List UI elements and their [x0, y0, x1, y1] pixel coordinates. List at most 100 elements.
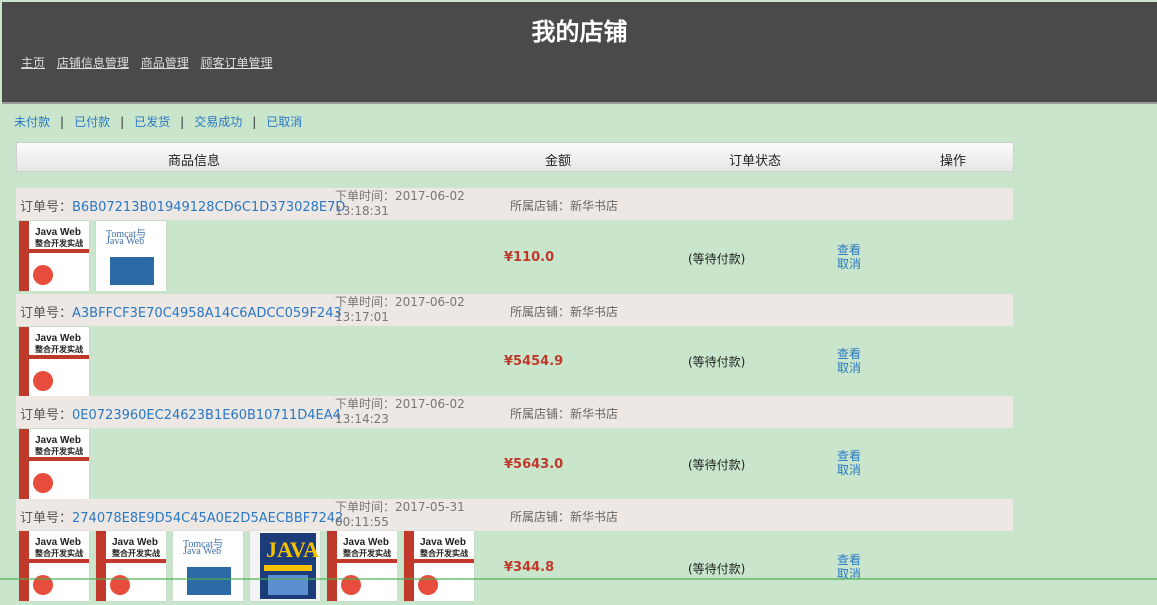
tab-separator: | — [180, 115, 185, 129]
book-thumbnail[interactable]: Java Web 整合开发实战 — [19, 221, 89, 291]
order-body: Java Web 整合开发实战 ¥5643.0 (等待付款) 查看 取消 — [16, 429, 1016, 503]
order-number-label: 订单号： — [20, 511, 73, 526]
book-stripe — [29, 457, 89, 461]
order-shop-label: 所属店铺： — [510, 407, 571, 421]
order-number: 订单号：A3BFFCF3E70C4958A14C6ADCC059F243 — [20, 302, 342, 321]
order-clock: 13:14:23 — [335, 412, 389, 426]
order-body: Java Web 整合开发实战 Java Web 整合开发实战 Tomcat与 Jav… — [16, 531, 1016, 605]
cancel-order-link[interactable]: 取消 — [837, 257, 861, 271]
nav-orders-link[interactable]: 顾客订单管理 — [201, 56, 273, 70]
order-shop-name: 新华书店 — [570, 407, 619, 421]
order-number-label: 订单号： — [20, 200, 73, 215]
book-stripe — [337, 559, 397, 563]
tab-separator: | — [252, 115, 257, 129]
cancel-order-link[interactable]: 取消 — [837, 463, 861, 477]
order-header: 订单号：B6B07213B01949128CD6C1D373028E7D 下单时… — [16, 188, 1013, 220]
col-amount: 金额 — [545, 154, 572, 169]
book-subtitle: 整合开发实战 — [343, 549, 391, 558]
book-thumbnail[interactable]: Tomcat与 Java Web — [96, 221, 166, 291]
book-stripe — [264, 565, 312, 571]
book-spine — [19, 429, 29, 499]
order-header: 订单号：274078E8E9D54C45A0E2D5AECBBF7242 下单时… — [16, 499, 1013, 531]
order-id[interactable]: 274078E8E9D54C45A0E2D5AECBBF7242 — [72, 511, 343, 526]
book-thumbnail[interactable]: Java Web 整合开发实战 — [19, 531, 89, 601]
order-number: 订单号：B6B07213B01949128CD6C1D373028E7D — [20, 196, 345, 215]
order-id[interactable]: B6B07213B01949128CD6C1D373028E7D — [72, 200, 345, 215]
book-subtitle: 整合开发实战 — [35, 345, 83, 354]
order-number-label: 订单号： — [20, 408, 73, 423]
order-time-label: 下单时间： — [335, 189, 396, 203]
book-subtitle: Java Web — [183, 546, 222, 557]
header: 我的店铺 主页 店铺信息管理 商品管理 顾客订单管理 — [2, 2, 1157, 104]
book-thumbnail[interactable]: JAVA — [250, 531, 320, 601]
tab-separator: | — [60, 115, 65, 129]
book-title: Java Web — [35, 537, 81, 548]
order-shop-name: 新华书店 — [570, 510, 619, 524]
book-stripe — [414, 559, 474, 563]
order-actions: 查看 取消 — [837, 243, 861, 271]
book-stripe — [106, 559, 166, 563]
order-status: (等待付款) — [688, 252, 746, 266]
order-shop-label: 所属店铺： — [510, 510, 571, 524]
order-id[interactable]: A3BFFCF3E70C4958A14C6ADCC059F243 — [72, 306, 342, 321]
order-date: 2017-06-02 — [395, 189, 465, 203]
order-number-label: 订单号： — [20, 306, 73, 321]
book-subtitle: 整合开发实战 — [420, 549, 468, 558]
book-spine — [404, 531, 414, 601]
order-shop-name: 新华书店 — [570, 199, 619, 213]
orders-table-header: 商品信息 金额 订单状态 操作 — [16, 142, 1014, 172]
book-thumbnail[interactable]: Java Web 整合开发实战 — [327, 531, 397, 601]
order-date: 2017-05-31 — [395, 500, 465, 514]
order-date: 2017-06-02 — [395, 295, 465, 309]
book-stripe — [29, 249, 89, 253]
order-shop: 所属店铺：新华书店 — [510, 197, 618, 214]
order-clock: 13:18:31 — [335, 204, 389, 218]
tab-unpaid[interactable]: 未付款 — [14, 115, 50, 129]
book-title: JAVA — [266, 537, 319, 562]
book-thumbnail[interactable]: Java Web 整合开发实战 — [96, 531, 166, 601]
order-status: (等待付款) — [688, 562, 746, 576]
tab-separator: | — [120, 115, 125, 129]
book-subtitle: 整合开发实战 — [35, 239, 83, 248]
col-product-info: 商品信息 — [168, 154, 221, 169]
col-actions: 操作 — [940, 154, 967, 169]
tab-paid[interactable]: 已付款 — [74, 115, 110, 129]
order-time: 下单时间：2017-05-31 00:11:55 — [335, 500, 465, 530]
book-thumbnail[interactable]: Java Web 整合开发实战 — [19, 327, 89, 397]
tab-cancelled[interactable]: 已取消 — [266, 115, 302, 129]
order-time-label: 下单时间： — [335, 295, 396, 309]
view-order-link[interactable]: 查看 — [837, 347, 861, 361]
book-spine — [19, 531, 29, 601]
tab-shipped[interactable]: 已发货 — [134, 115, 170, 129]
book-title: Java Web — [343, 537, 389, 548]
book-thumbnail[interactable]: Java Web 整合开发实战 — [404, 531, 474, 601]
book-title: Java Web — [35, 435, 81, 446]
order-time-label: 下单时间： — [335, 397, 396, 411]
order-id[interactable]: 0E0723960EC24623B1E60B10711D4EA4 — [72, 408, 341, 423]
order-body: Java Web 整合开发实战 Tomcat与 Java Web ¥110.0 (等… — [16, 221, 1016, 295]
book-thumbnail[interactable]: Tomcat与 Java Web — [173, 531, 243, 601]
order-status: (等待付款) — [688, 355, 746, 369]
view-order-link[interactable]: 查看 — [837, 449, 861, 463]
view-order-link[interactable]: 查看 — [837, 553, 861, 567]
order-shop: 所属店铺：新华书店 — [510, 508, 618, 525]
order-amount: ¥110.0 — [504, 250, 555, 265]
order-time: 下单时间：2017-06-02 13:17:01 — [335, 295, 465, 325]
book-subtitle: 整合开发实战 — [35, 549, 83, 558]
order-shop: 所属店铺：新华书店 — [510, 405, 618, 422]
order-number: 订单号：274078E8E9D54C45A0E2D5AECBBF7242 — [20, 507, 343, 526]
book-thumbnail[interactable]: Java Web 整合开发实战 — [19, 429, 89, 499]
book-subtitle: 整合开发实战 — [112, 549, 160, 558]
book-cover-art — [110, 257, 154, 285]
order-shop-label: 所属店铺： — [510, 305, 571, 319]
nav-home-link[interactable]: 主页 — [21, 56, 45, 70]
order-shop-name: 新华书店 — [570, 305, 619, 319]
cancel-order-link[interactable]: 取消 — [837, 361, 861, 375]
nav-products-link[interactable]: 商品管理 — [141, 56, 189, 70]
nav-shop-info-link[interactable]: 店铺信息管理 — [57, 56, 129, 70]
book-stripe — [29, 355, 89, 359]
view-order-link[interactable]: 查看 — [837, 243, 861, 257]
order-status: (等待付款) — [688, 458, 746, 472]
order-actions: 查看 取消 — [837, 347, 861, 375]
tab-completed[interactable]: 交易成功 — [194, 115, 242, 129]
